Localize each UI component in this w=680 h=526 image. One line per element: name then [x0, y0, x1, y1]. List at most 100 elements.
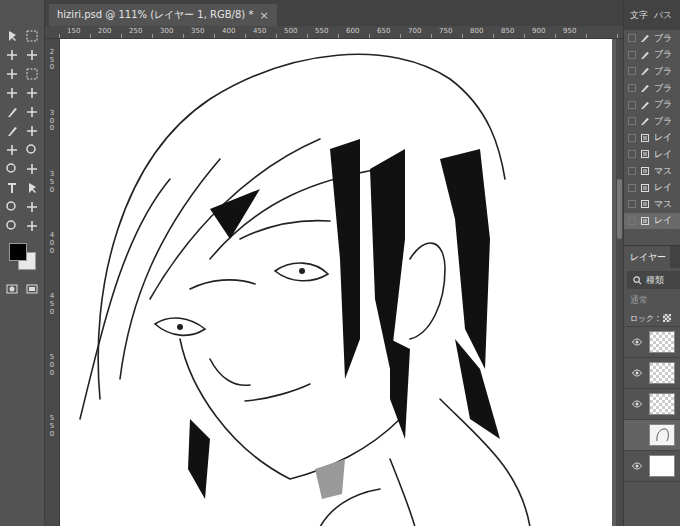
color-swatches[interactable] — [7, 243, 37, 271]
marquee-tool[interactable] — [22, 28, 42, 43]
layers-tab[interactable]: レイヤー — [624, 246, 670, 268]
blur-tool[interactable] — [22, 142, 42, 157]
panel-tab[interactable]: パス — [654, 9, 672, 22]
history-label: レイ — [654, 181, 672, 194]
magic-tool[interactable] — [22, 47, 42, 62]
history-item[interactable]: レイ — [624, 213, 680, 230]
history-brush-tool[interactable] — [2, 123, 22, 138]
panel-tabs: 文字パス — [624, 0, 680, 30]
lasso-tool[interactable] — [2, 47, 22, 62]
layer-filter[interactable]: 種類 — [627, 271, 680, 289]
history-checkbox[interactable] — [628, 67, 636, 75]
ruler-number: 450 — [251, 26, 282, 38]
history-checkbox[interactable] — [628, 134, 636, 142]
history-checkbox[interactable] — [628, 200, 636, 208]
history-checkbox[interactable] — [628, 51, 636, 59]
history-checkbox[interactable] — [628, 184, 636, 192]
select-tool[interactable] — [22, 180, 42, 195]
history-item[interactable]: マス — [624, 196, 680, 213]
hand-tool[interactable] — [22, 199, 42, 214]
zoom-icon — [5, 219, 19, 233]
move-tool[interactable] — [2, 28, 22, 43]
foreground-color-swatch[interactable] — [9, 243, 27, 261]
ruler-number: 850 — [499, 26, 530, 38]
zoom-tool[interactable] — [2, 218, 22, 233]
crop-tool[interactable] — [2, 66, 22, 81]
crop-icon — [5, 67, 19, 81]
history-item[interactable]: レイ — [624, 130, 680, 147]
ruler-number: 250 — [127, 26, 158, 38]
history-checkbox[interactable] — [628, 150, 636, 158]
brush-tool[interactable] — [2, 104, 22, 119]
magic-icon — [25, 48, 39, 62]
more-tool[interactable] — [22, 218, 42, 233]
layer-row[interactable] — [624, 358, 680, 389]
history-brush-icon — [5, 124, 19, 138]
document-tab[interactable]: hiziri.psd @ 111% (レイヤー 1, RGB/8) *× — [49, 4, 277, 26]
history-label: ブラ — [654, 65, 672, 78]
eye-icon — [632, 369, 642, 377]
history-checkbox[interactable] — [628, 34, 636, 42]
work-row: 250300350400450500550 — [45, 39, 623, 526]
layer-row[interactable] — [624, 327, 680, 358]
ruler-number: 600 — [344, 26, 375, 38]
dodge-icon — [5, 162, 19, 176]
layer-thumbnail — [649, 393, 675, 415]
canvas[interactable] — [60, 39, 612, 526]
history-item[interactable]: マス — [624, 163, 680, 180]
history-checkbox[interactable] — [628, 101, 636, 109]
gradient-tool[interactable] — [2, 142, 22, 157]
layer-row[interactable] — [624, 451, 680, 482]
layers-tab-row: レイヤー — [624, 246, 680, 268]
pen-tool[interactable] — [22, 161, 42, 176]
marquee-icon — [25, 29, 39, 43]
ruler-number: 550 — [313, 26, 344, 38]
eyedropper-tool[interactable] — [2, 85, 22, 100]
shape-tool[interactable] — [2, 199, 22, 214]
visibility-toggle[interactable] — [631, 338, 643, 346]
frame-tool[interactable] — [22, 66, 42, 81]
history-item[interactable]: ブラ — [624, 96, 680, 113]
eraser-tool[interactable] — [22, 123, 42, 138]
select-icon — [25, 181, 39, 195]
ruler-number: 450 — [49, 293, 56, 316]
scroll-thumb[interactable] — [617, 179, 622, 239]
history-checkbox[interactable] — [628, 167, 636, 175]
panel-tab[interactable]: 文字 — [630, 9, 648, 22]
ruler-number: 550 — [49, 415, 56, 438]
blend-mode-select[interactable]: 通常 — [624, 289, 680, 310]
layer-row[interactable] — [624, 420, 680, 451]
history-item[interactable]: ブラ — [624, 80, 680, 97]
history-item[interactable]: ブラ — [624, 63, 680, 80]
dodge-tool[interactable] — [2, 161, 22, 176]
lasso-icon — [5, 48, 19, 62]
layer-icon — [640, 133, 650, 143]
stamp-tool[interactable] — [22, 104, 42, 119]
type-tool[interactable] — [2, 180, 22, 195]
history-item[interactable]: レイ — [624, 146, 680, 163]
heal-tool[interactable] — [22, 85, 42, 100]
lock-row: ロック : — [624, 310, 680, 326]
history-item[interactable]: ブラ — [624, 47, 680, 64]
layer-row[interactable] — [624, 389, 680, 420]
brush-icon — [640, 83, 650, 93]
history-item[interactable]: ブラ — [624, 113, 680, 130]
top-ruler: 1502002503003504004505005506006507007508… — [59, 26, 623, 38]
close-tab-button[interactable]: × — [259, 9, 268, 22]
history-checkbox[interactable] — [628, 84, 636, 92]
pen-icon — [25, 162, 39, 176]
screen-mode-tool[interactable] — [22, 281, 42, 296]
quick-mask-tool[interactable] — [2, 281, 22, 296]
lock-transparency-icon[interactable] — [663, 314, 671, 322]
visibility-toggle[interactable] — [631, 462, 643, 470]
visibility-toggle[interactable] — [631, 369, 643, 377]
history-checkbox[interactable] — [628, 117, 636, 125]
history-item[interactable]: ブラ — [624, 30, 680, 47]
search-icon — [633, 276, 642, 285]
history-checkbox[interactable] — [628, 217, 636, 225]
visibility-toggle[interactable] — [631, 400, 643, 408]
layer-icon — [640, 166, 650, 176]
vertical-scrollbar[interactable] — [616, 39, 623, 526]
stamp-icon — [25, 105, 39, 119]
history-item[interactable]: レイ — [624, 179, 680, 196]
